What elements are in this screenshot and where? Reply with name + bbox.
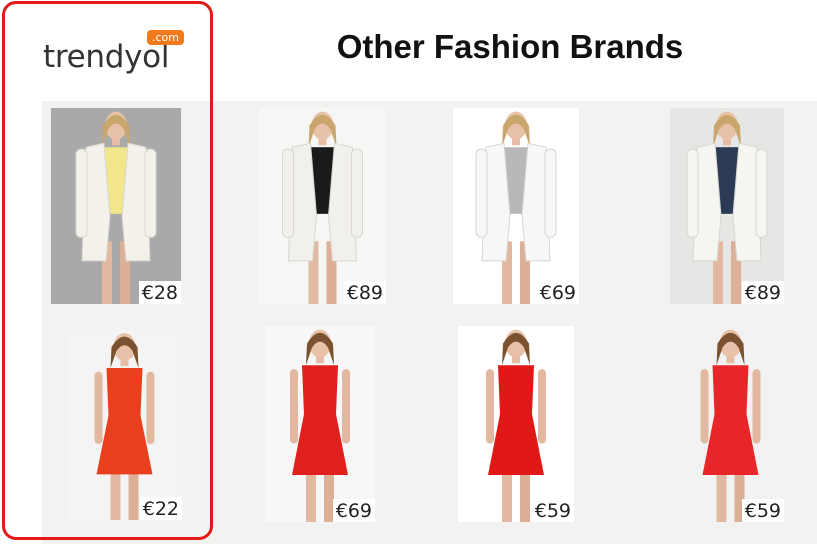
blazer-sleeve <box>686 148 699 238</box>
product-card[interactable]: €59 <box>677 326 784 522</box>
red-dress <box>96 368 153 475</box>
product-card[interactable]: €89 <box>670 108 784 304</box>
product-photo <box>282 111 363 304</box>
product-card[interactable]: €69 <box>265 326 375 522</box>
model-arm <box>700 369 709 444</box>
price-tag: €59 <box>531 499 574 522</box>
blazer-sleeve <box>144 148 157 238</box>
price-tag: €69 <box>536 281 579 304</box>
product-photo <box>486 329 546 522</box>
red-dress <box>702 365 759 475</box>
model-arm <box>290 369 298 444</box>
product-card[interactable]: €28 <box>51 108 181 304</box>
model-arm <box>94 371 103 444</box>
product-card[interactable]: €89 <box>259 108 386 304</box>
product-photo <box>290 329 350 522</box>
product-card[interactable]: €59 <box>458 326 574 522</box>
blazer-sleeve <box>75 148 88 238</box>
model-arm <box>538 369 546 444</box>
price-tag: €69 <box>332 499 375 522</box>
logo-com-badge: .com <box>147 30 184 45</box>
price-tag: €89 <box>741 281 784 304</box>
page-title: Other Fashion Brands <box>336 28 684 65</box>
product-card[interactable]: €69 <box>453 108 579 304</box>
model-arm <box>146 371 155 444</box>
model-arm <box>342 369 350 444</box>
model-arm <box>752 369 761 444</box>
product-card[interactable]: €22 <box>67 330 182 520</box>
blazer-sleeve <box>282 148 294 238</box>
product-photo <box>75 111 157 304</box>
model-arm <box>486 369 494 444</box>
price-tag: €22 <box>139 497 182 520</box>
product-photo <box>475 111 557 304</box>
trendyol-logo: trendyol .com <box>43 30 203 82</box>
product-photo <box>700 329 761 522</box>
blazer-sleeve <box>544 148 557 238</box>
price-tag: €59 <box>741 499 784 522</box>
price-tag: €89 <box>343 281 386 304</box>
blazer-sleeve <box>475 148 488 238</box>
blazer-sleeve <box>351 148 363 238</box>
product-photo <box>94 333 155 520</box>
price-tag: €28 <box>138 281 181 304</box>
product-photo <box>686 111 768 304</box>
blazer-sleeve <box>755 148 768 238</box>
red-dress <box>488 365 544 475</box>
red-dress <box>292 365 348 475</box>
